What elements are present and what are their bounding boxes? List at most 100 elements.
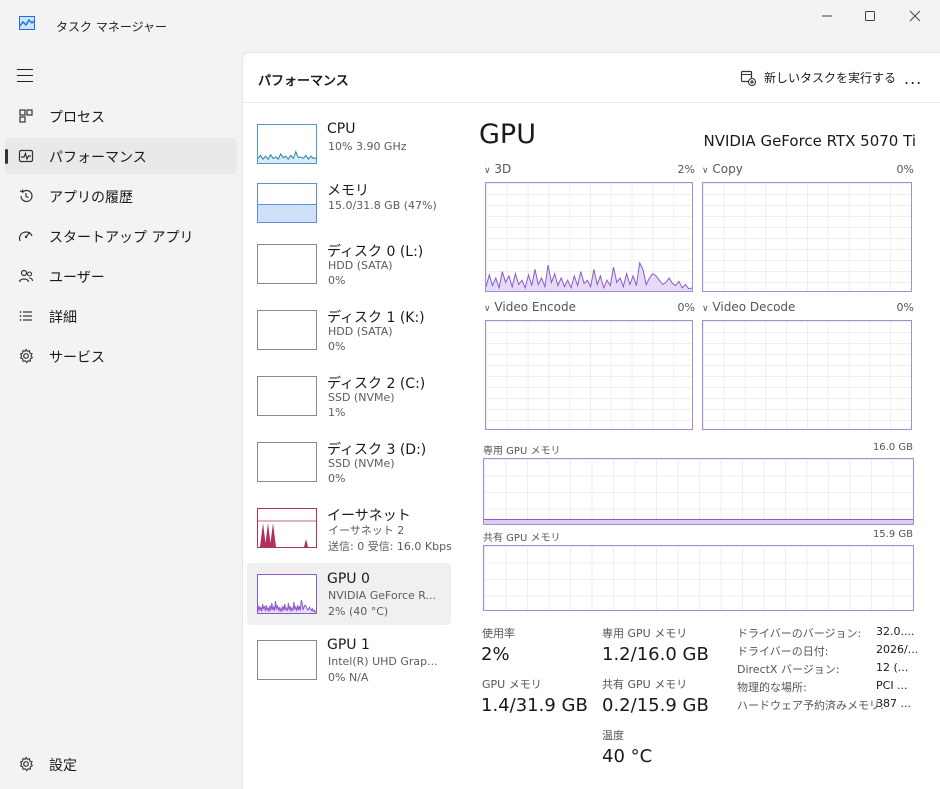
resource-usage: 2% (40 °C) — [328, 605, 389, 618]
ethernet-thumbnail-graph — [257, 508, 317, 548]
resource-disk-0[interactable]: ディスク 0 (L:) HDD (SATA) 0% — [247, 233, 451, 295]
engine-label: 3D — [494, 162, 512, 176]
nav-item-label: ユーザー — [49, 270, 105, 286]
resource-detail: 15.0/31.8 GB (47%) — [328, 199, 437, 212]
resource-detail: イーサネット 2 — [328, 524, 405, 537]
detail-key-directx-version: DirectX バージョン: — [737, 663, 840, 676]
engine-percentage: 2% — [677, 163, 695, 176]
engine-selector-video-encode[interactable]: ∨ Video Encode — [484, 300, 576, 314]
gpu0-sparkline — [258, 600, 316, 613]
main-header: パフォーマンス 新しいタスクを実行する ... — [243, 53, 940, 103]
engine-label: Copy — [712, 162, 743, 176]
resource-usage: 0% — [328, 274, 346, 287]
settings-gear-icon — [19, 756, 34, 772]
resource-disk-2[interactable]: ディスク 2 (C:) SSD (NVMe) 1% — [247, 365, 451, 427]
nav-item-startup-apps[interactable]: スタートアップ アプリ — [5, 218, 237, 254]
nav-item-details[interactable]: 詳細 — [5, 298, 237, 334]
stat-label-gpu-memory: GPU メモリ — [482, 678, 542, 691]
gpu0-thumbnail-graph — [257, 574, 317, 614]
nav-item-processes[interactable]: プロセス — [5, 98, 237, 134]
hamburger-menu-icon[interactable] — [17, 69, 33, 82]
window-title: タスク マネージャー — [56, 20, 167, 34]
engine-graph-copy — [702, 182, 912, 292]
task-manager-app-icon — [19, 16, 35, 30]
resource-name: ディスク 3 (D:) — [327, 442, 427, 458]
resource-usage: 0% — [328, 472, 346, 485]
services-icon — [19, 348, 34, 364]
resource-detail: NVIDIA GeForce R... — [328, 589, 437, 602]
engine-selector-3d[interactable]: ∨ 3D — [484, 162, 511, 176]
resource-detail: HDD (SATA) — [328, 259, 393, 272]
stat-value-shared-memory: 0.2/15.9 GB — [602, 695, 709, 716]
engine-percentage: 0% — [677, 301, 695, 314]
engine-graph-video-encode — [485, 320, 693, 430]
main-panel: パフォーマンス 新しいタスクを実行する ... CPU 10% 3.90 GHz… — [242, 52, 940, 789]
stat-label-dedicated-memory: 専用 GPU メモリ — [602, 627, 688, 640]
cpu-thumbnail-graph — [257, 124, 317, 164]
nav-item-label: 詳細 — [49, 310, 77, 326]
detail-key-driver-date: ドライバーの日付: — [737, 645, 829, 658]
processes-icon — [19, 109, 33, 123]
maximize-button[interactable] — [847, 4, 893, 28]
engine-selector-video-decode[interactable]: ∨ Video Decode — [702, 300, 795, 314]
engine-selector-copy[interactable]: ∨ Copy — [702, 162, 743, 176]
resource-detail: SSD (NVMe) — [328, 391, 395, 404]
engine-label: Video Decode — [712, 300, 796, 314]
nav-item-services[interactable]: サービス — [5, 338, 237, 374]
resource-gpu-1[interactable]: GPU 1 Intel(R) UHD Grap... 0% N/A — [247, 629, 451, 691]
nav-item-app-history[interactable]: アプリの履歴 — [5, 178, 237, 214]
engine-3d-activity — [486, 261, 692, 291]
detail-value-driver-date: 2026/... — [876, 643, 919, 656]
run-new-task-button[interactable]: 新しいタスクを実行する — [740, 69, 896, 86]
resource-usage: 送信: 0 受信: 16.0 Kbps — [328, 540, 452, 553]
nav-item-label: プロセス — [49, 110, 105, 126]
detail-key-reserved-memory: ハードウェア予約済みメモリ: — [737, 699, 884, 712]
memory-usage-fill — [258, 204, 316, 222]
cpu-sparkline — [258, 150, 316, 163]
stat-value-temperature: 40 °C — [602, 746, 653, 767]
resource-name: ディスク 2 (C:) — [327, 376, 426, 392]
resource-name: GPU 1 — [327, 637, 370, 653]
dedicated-memory-graph — [483, 458, 914, 525]
chevron-down-icon: ∨ — [702, 166, 709, 176]
resource-memory[interactable]: メモリ 15.0/31.8 GB (47%) — [247, 172, 451, 234]
engine-graph-3d — [485, 182, 693, 292]
detail-key-driver-version: ドライバーのバージョン: — [737, 627, 862, 640]
ethernet-sparkline — [258, 520, 316, 547]
resource-usage: 0% N/A — [328, 671, 369, 684]
resource-usage: 1% — [328, 406, 346, 419]
resource-disk-3[interactable]: ディスク 3 (D:) SSD (NVMe) 0% — [247, 431, 451, 493]
gpu-model-name: NVIDIA GeForce RTX 5070 Ti — [703, 132, 916, 150]
resource-ethernet[interactable]: イーサネット イーサネット 2 送信: 0 受信: 16.0 Kbps — [247, 497, 452, 559]
chevron-down-icon: ∨ — [484, 304, 491, 314]
nav-item-performance[interactable]: パフォーマンス — [5, 138, 237, 174]
more-options-button[interactable]: ... — [904, 69, 922, 88]
resource-gpu-0[interactable]: GPU 0 NVIDIA GeForce R... 2% (40 °C) — [247, 563, 451, 625]
engine-percentage: 0% — [896, 163, 914, 176]
close-icon — [909, 10, 921, 22]
resource-name: ディスク 1 (K:) — [327, 310, 425, 326]
selection-indicator — [5, 149, 8, 164]
run-task-icon — [740, 70, 756, 86]
engine-graph-video-decode — [702, 320, 912, 430]
chevron-down-icon: ∨ — [702, 304, 709, 314]
detail-value-reserved-memory: 387 ... — [876, 697, 911, 710]
nav-item-label: 設定 — [49, 758, 77, 774]
disk-thumbnail-graph — [257, 376, 317, 416]
dedicated-memory-fill — [484, 519, 913, 524]
disk-thumbnail-graph — [257, 442, 317, 482]
resource-name: ディスク 0 (L:) — [327, 244, 424, 260]
page-title: パフォーマンス — [258, 74, 349, 89]
nav-item-settings[interactable]: 設定 — [5, 746, 237, 782]
run-task-label: 新しいタスクを実行する — [764, 71, 897, 85]
resource-disk-1[interactable]: ディスク 1 (K:) HDD (SATA) 0% — [247, 299, 451, 361]
resource-name: メモリ — [327, 183, 369, 199]
nav-item-users[interactable]: ユーザー — [5, 258, 237, 294]
nav-item-label: サービス — [49, 350, 105, 366]
memory-thumbnail-graph — [257, 183, 317, 223]
close-button[interactable] — [892, 4, 938, 28]
stat-label-shared-memory: 共有 GPU メモリ — [602, 678, 688, 691]
resource-cpu[interactable]: CPU 10% 3.90 GHz — [247, 113, 451, 175]
resource-detail: HDD (SATA) — [328, 325, 393, 338]
minimize-button[interactable] — [804, 4, 850, 28]
